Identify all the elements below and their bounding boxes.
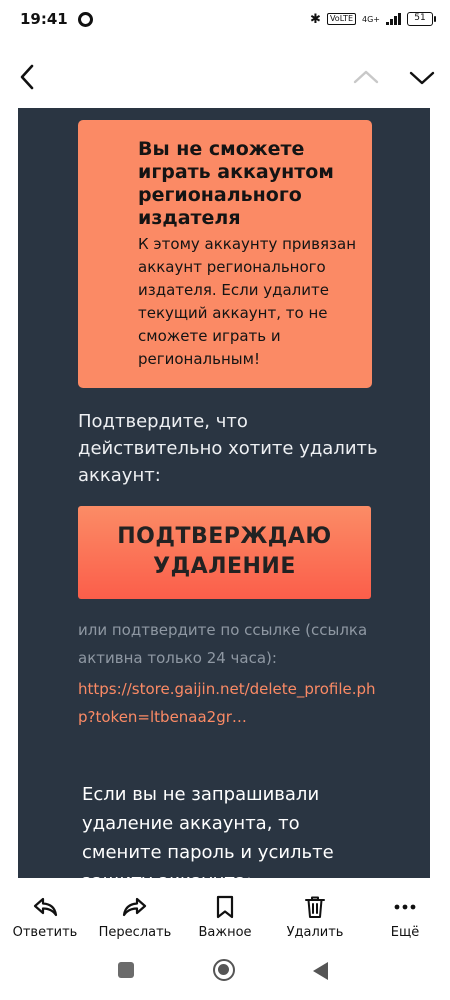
forward-icon <box>122 897 147 917</box>
recents-square-icon[interactable] <box>118 962 134 978</box>
warning-box: Вы не сможете играть аккаунтом региональ… <box>78 120 372 388</box>
reply-label: Ответить <box>12 925 78 940</box>
more-dots-icon <box>394 904 416 910</box>
email-nav-bar <box>0 52 450 102</box>
network-type: 4G+ <box>362 14 380 24</box>
delete-profile-link[interactable]: https://store.gaijin.net/delete_profile.… <box>78 675 378 731</box>
delete-button[interactable]: Удалить <box>270 885 360 947</box>
delete-label: Удалить <box>286 925 344 940</box>
next-email-chevron-down-icon[interactable] <box>406 64 438 90</box>
home-circle-icon[interactable] <box>213 959 235 981</box>
important-button[interactable]: Важное <box>180 885 270 947</box>
email-action-bar: Ответить Переслать Важное Удалить Ещё <box>0 885 450 947</box>
system-back-triangle-icon[interactable] <box>313 962 328 980</box>
confirm-delete-button[interactable]: ПОДТВЕРЖДАЮ УДАЛЕНИЕ <box>78 506 371 599</box>
warning-title: Вы не сможете играть аккаунтом региональ… <box>138 138 334 229</box>
status-bar: 19:41 ✱ VoLTE 4G+ 51 <box>0 0 450 38</box>
notification-ring-icon <box>77 11 93 27</box>
email-body[interactable]: Вы не сможете играть аккаунтом региональ… <box>18 108 430 878</box>
clock: 19:41 <box>20 10 68 28</box>
battery-icon: 51 <box>407 12 436 26</box>
more-button[interactable]: Ещё <box>360 885 450 947</box>
forward-button[interactable]: Переслать <box>90 885 180 947</box>
bookmark-icon <box>216 895 234 919</box>
alt-confirm-text: или подтвердите по ссылке (ссылка активн… <box>78 621 368 667</box>
reply-icon <box>33 897 58 917</box>
more-label: Ещё <box>390 925 420 940</box>
volte-badge: VoLTE <box>326 13 356 25</box>
back-arrow-icon[interactable] <box>14 62 42 92</box>
warning-text: К этому аккаунту привязан аккаунт регион… <box>138 235 357 368</box>
security-notice: Если вы не запрашивали удаление аккаунта… <box>82 784 334 878</box>
confirm-prompt: Подтвердите, что действительно хотите уд… <box>78 411 378 486</box>
forward-label: Переслать <box>98 925 172 940</box>
signal-icon <box>386 13 401 25</box>
bluetooth-icon: ✱ <box>310 11 321 27</box>
important-label: Важное <box>198 925 252 940</box>
system-nav-bar <box>0 950 450 1000</box>
battery-level: 51 <box>407 12 433 26</box>
previous-email-chevron-up-icon[interactable] <box>350 64 382 90</box>
reply-button[interactable]: Ответить <box>0 885 90 947</box>
trash-icon <box>305 896 325 918</box>
